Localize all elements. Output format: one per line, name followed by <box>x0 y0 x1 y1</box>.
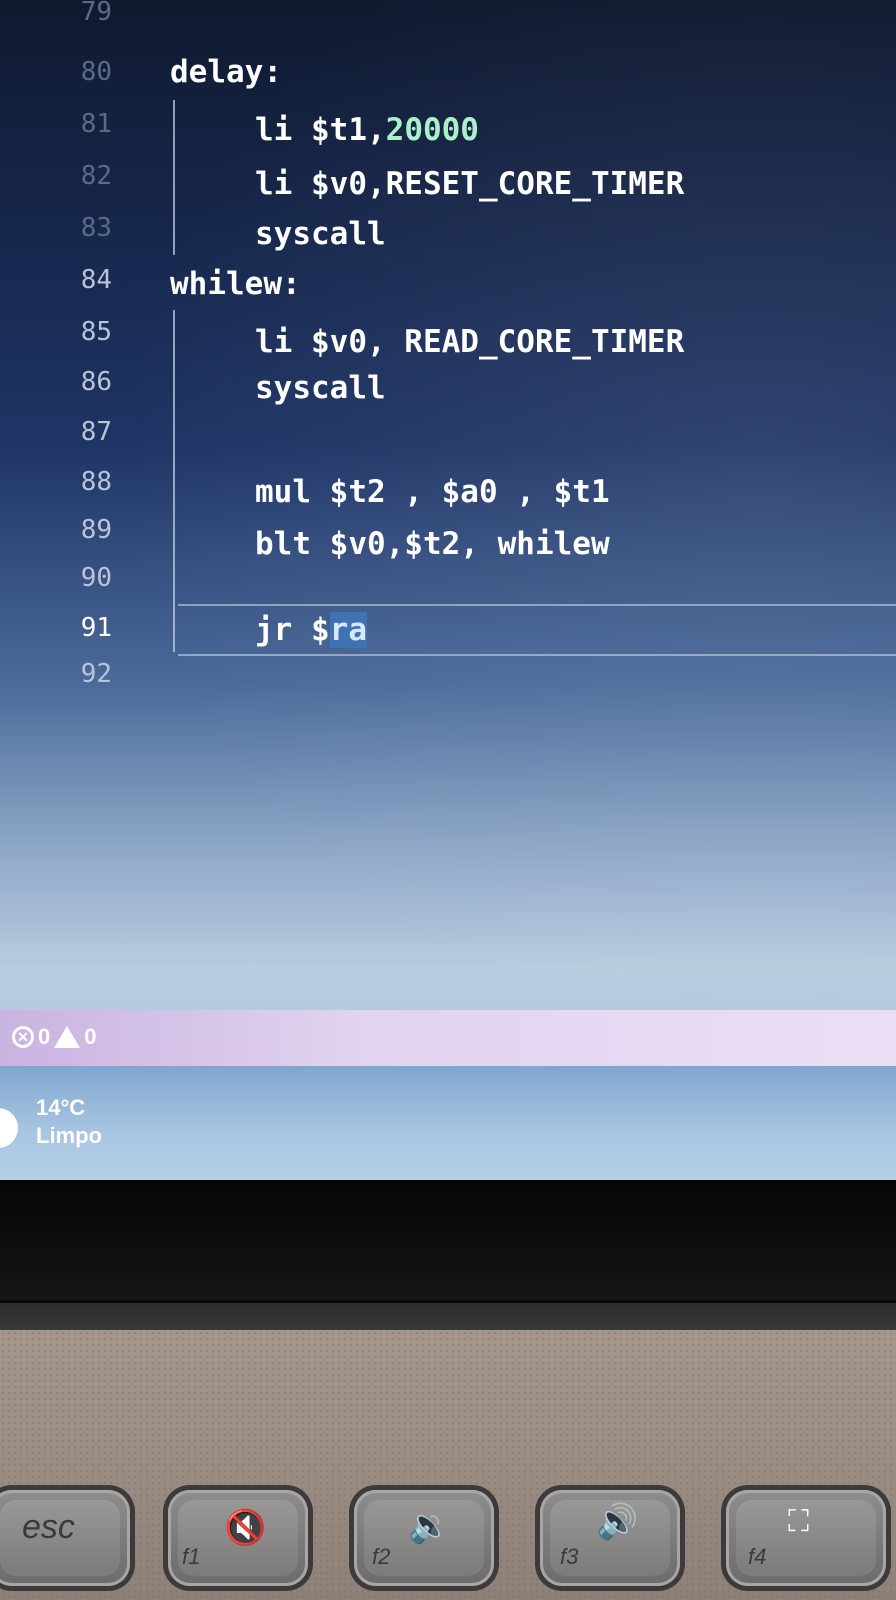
line-number: 79 <box>80 0 112 27</box>
line-number: 82 <box>80 161 112 191</box>
code-line[interactable]: whilew: <box>170 260 301 308</box>
key-label: f2 <box>372 1544 391 1569</box>
code-editor[interactable]: 79 80 delay: 81 li $t1,20000 82 li $v0,R… <box>0 0 896 1010</box>
screen: 79 80 delay: 81 li $t1,20000 82 li $v0,R… <box>0 0 896 1180</box>
laptop-hinge <box>0 1300 896 1333</box>
code-line[interactable]: li $v0, READ_CORE_TIMER <box>255 318 684 366</box>
volume-down-icon: 🔉 <box>408 1506 451 1546</box>
key-label: f1 <box>182 1544 201 1569</box>
warning-icon <box>54 1026 81 1048</box>
weather-sun-icon <box>0 1108 18 1148</box>
status-bar: ✕ 0 0 <box>0 1010 896 1066</box>
display-icon: ⛶ <box>788 1504 809 1539</box>
error-count: 0 <box>38 1024 51 1049</box>
f2-key[interactable]: f2 🔉 <box>354 1490 494 1586</box>
f3-key[interactable]: f3 🔊 <box>540 1490 680 1586</box>
line-number: 86 <box>80 367 112 397</box>
warning-count: 0 <box>84 1024 97 1049</box>
number-literal: 20000 <box>385 112 479 148</box>
code-text: jr $ <box>255 612 330 648</box>
key-label: f4 <box>748 1544 767 1569</box>
f4-key[interactable]: f4 ⛶ <box>726 1490 886 1586</box>
line-number: 84 <box>80 265 112 295</box>
line-number: 90 <box>80 563 112 593</box>
code-line[interactable]: li $t1,20000 <box>255 106 479 154</box>
problems-indicator[interactable]: ✕ 0 0 <box>12 1022 97 1052</box>
taskbar: 14°C Limpo <box>0 1066 896 1180</box>
esc-key[interactable]: esc <box>0 1490 130 1586</box>
line-number: 88 <box>80 467 112 497</box>
error-icon: ✕ <box>12 1026 34 1048</box>
line-number: 92 <box>80 659 112 689</box>
weather-temperature: 14°C <box>36 1095 86 1120</box>
line-number: 83 <box>80 213 112 243</box>
line-number-active: 91 <box>80 613 112 643</box>
code-line[interactable]: mul $t2 , $a0 , $t1 <box>255 468 610 516</box>
key-label: esc <box>22 1508 75 1546</box>
code-text: li $t1, <box>255 112 386 148</box>
indent-guide <box>173 310 175 652</box>
code-line-active[interactable]: jr $ra <box>255 606 367 654</box>
weather-widget[interactable]: 14°C Limpo <box>36 1094 102 1150</box>
line-number: 89 <box>80 515 112 545</box>
weather-description: Limpo <box>36 1123 102 1148</box>
line-number: 85 <box>80 317 112 347</box>
line-number: 81 <box>80 109 112 139</box>
code-line[interactable]: li $v0,RESET_CORE_TIMER <box>255 160 684 208</box>
text-selection: ra <box>329 612 367 648</box>
indent-guide <box>173 100 175 255</box>
code-line[interactable]: blt $v0,$t2, whilew <box>255 520 610 568</box>
code-line[interactable]: syscall <box>255 364 386 412</box>
line-number: 80 <box>80 57 112 87</box>
line-number: 87 <box>80 417 112 447</box>
mute-icon: 🔇 <box>224 1508 267 1548</box>
code-line[interactable]: delay: <box>170 48 282 96</box>
volume-up-icon: 🔊 <box>596 1502 639 1542</box>
f1-key[interactable]: f1 🔇 <box>168 1490 308 1586</box>
code-line[interactable]: syscall <box>255 210 386 258</box>
key-label: f3 <box>560 1544 579 1569</box>
